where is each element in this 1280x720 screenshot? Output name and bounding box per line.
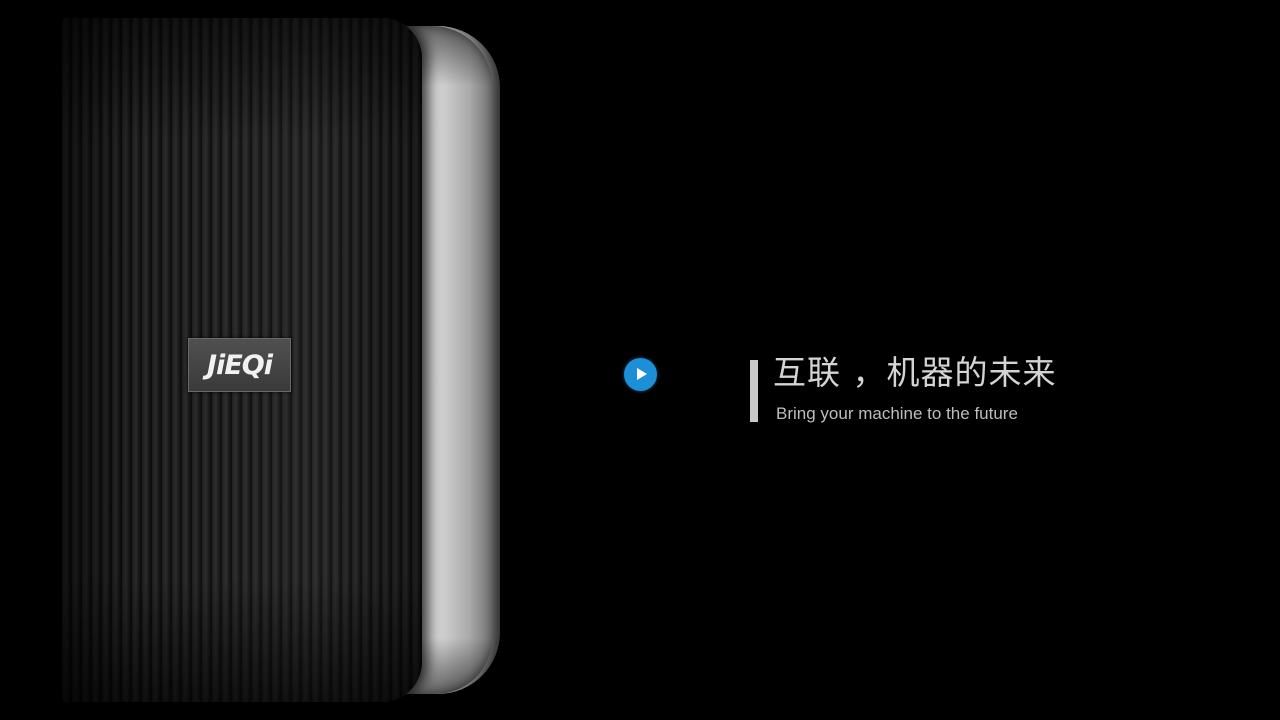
play-icon: [637, 368, 647, 380]
product-device-image: JiEQi: [62, 18, 500, 702]
play-video-button[interactable]: [624, 358, 657, 391]
slogan-title: 互联 ，机器的未来: [773, 353, 1057, 392]
slogan-subtitle: Bring your machine to the future: [776, 404, 1018, 423]
slogan-accent-bar: [750, 360, 758, 422]
brand-logo-badge: JiEQi: [188, 338, 291, 392]
brand-logo-text: JiEQi: [207, 349, 273, 381]
hero-stage: JiEQi 互联 ，机器的未来 Bring your machine to th…: [0, 0, 1280, 720]
